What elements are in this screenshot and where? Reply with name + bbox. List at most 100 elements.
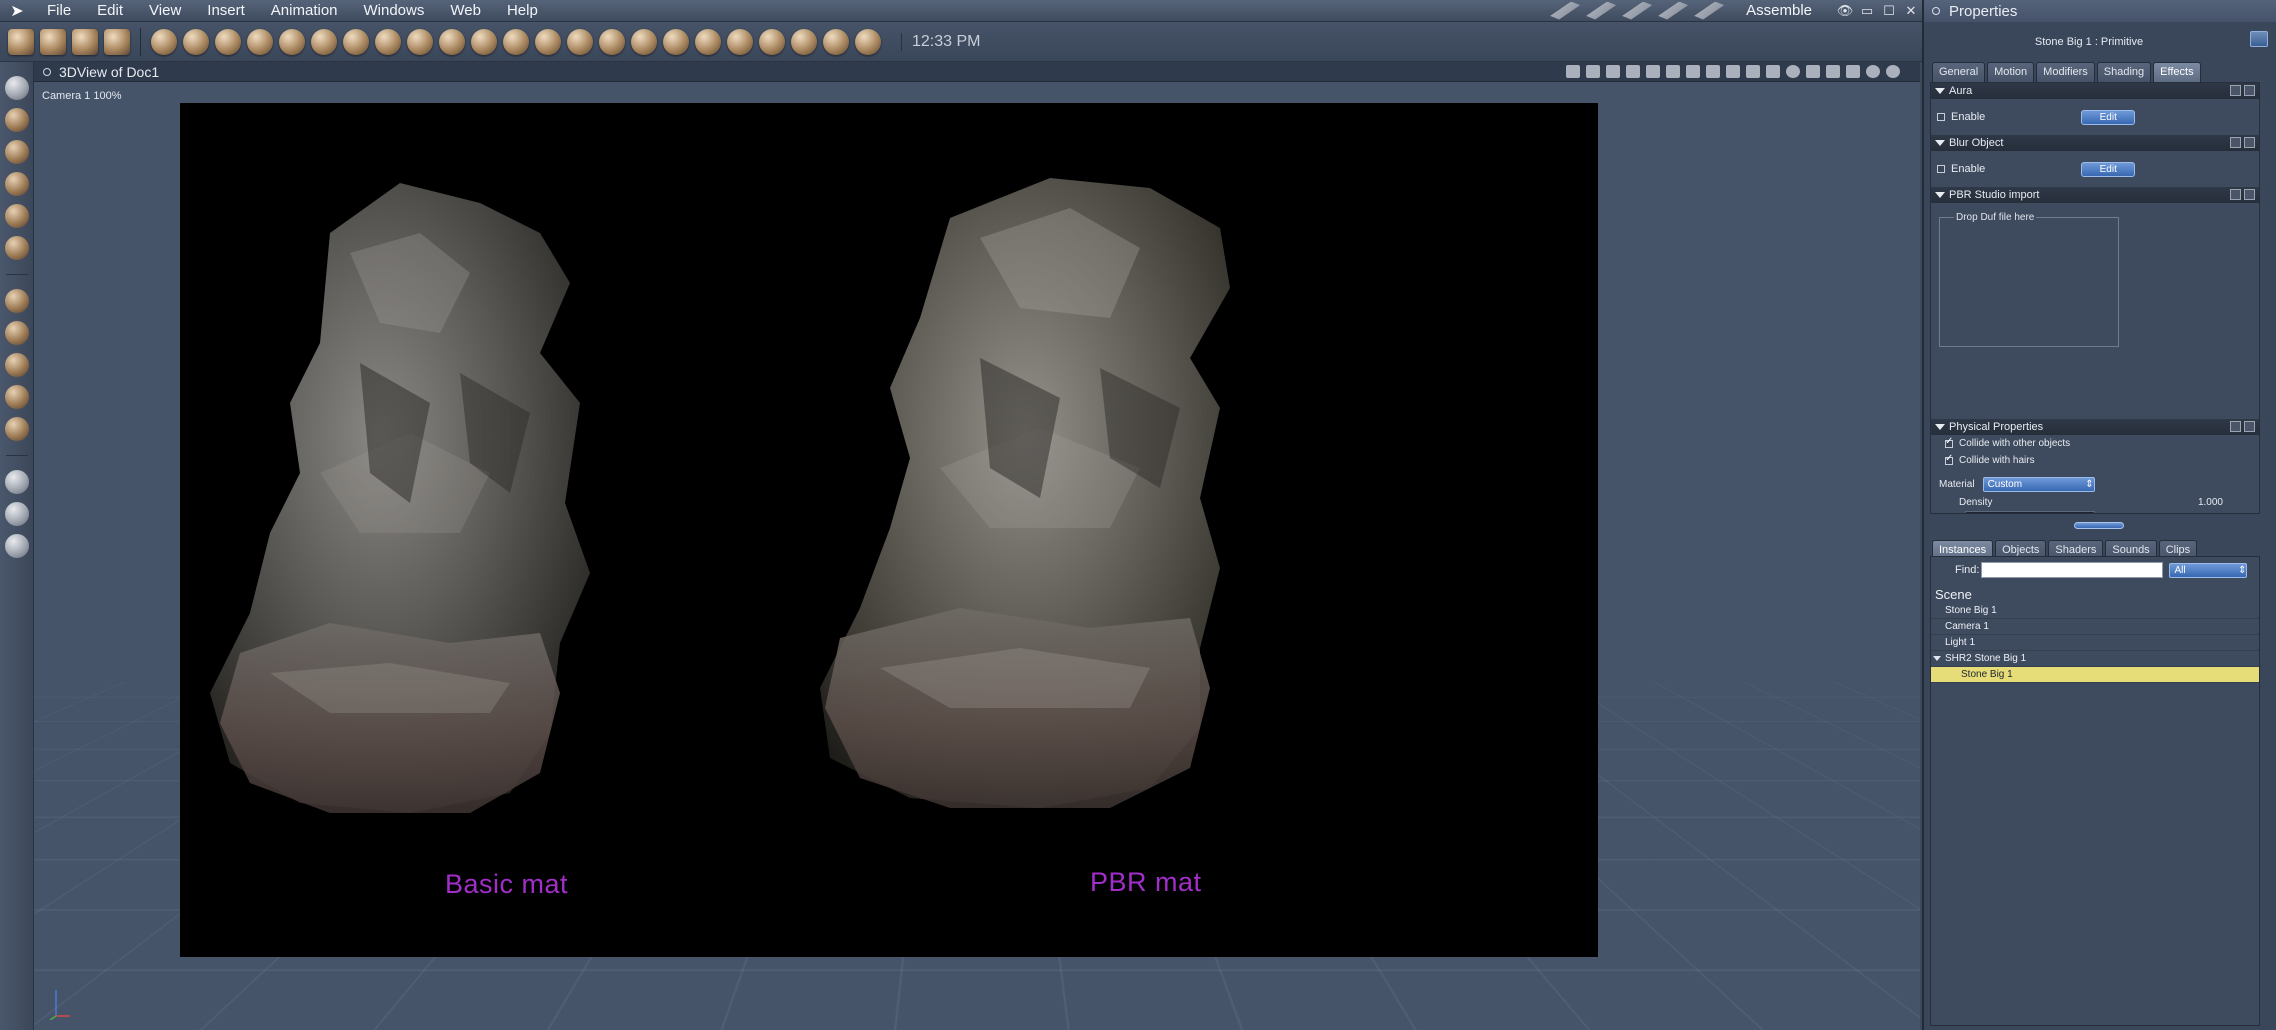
terrain-icon[interactable]: [471, 28, 497, 55]
tab-motion[interactable]: Motion: [1987, 62, 2035, 82]
render-area-icon[interactable]: [1586, 65, 1600, 78]
particle-icon[interactable]: [759, 28, 785, 55]
agt-icon[interactable]: [567, 28, 593, 55]
section-options-icon[interactable]: [2230, 421, 2241, 432]
ring-primitive-icon[interactable]: [279, 28, 305, 55]
tab-general[interactable]: General: [1932, 62, 1986, 82]
tree-item[interactable]: Stone Big 1: [1931, 603, 2259, 619]
fractal-icon[interactable]: [535, 28, 561, 55]
section-float-icon[interactable]: [2244, 137, 2255, 148]
target-icon[interactable]: [823, 28, 849, 55]
section-physical-properties[interactable]: Physical Properties: [1931, 419, 2259, 435]
menu-windows[interactable]: Windows: [351, 2, 438, 19]
collide-objects-checkbox[interactable]: [1945, 436, 1953, 448]
tree-item[interactable]: Camera 1: [1931, 619, 2259, 635]
cylinder-icon[interactable]: [631, 28, 657, 55]
find-input[interactable]: [1981, 562, 2164, 578]
layout-quad-icon[interactable]: [1686, 65, 1700, 78]
bowl-icon[interactable]: [663, 28, 689, 55]
hand-icon[interactable]: [4, 502, 29, 526]
menu-web[interactable]: Web: [437, 2, 494, 19]
properties-close-icon[interactable]: [1932, 7, 1940, 15]
cloth-icon[interactable]: [791, 28, 817, 55]
menu-help[interactable]: Help: [494, 2, 551, 19]
shield-third-icon[interactable]: [1766, 65, 1780, 78]
tree-item[interactable]: Light 1: [1931, 635, 2259, 651]
fullscreen-icon[interactable]: [1626, 65, 1640, 78]
scale-icon[interactable]: [4, 321, 29, 345]
plane-primitive-icon[interactable]: [375, 28, 401, 55]
plant-icon[interactable]: [503, 28, 529, 55]
rotate-icon[interactable]: [4, 140, 29, 164]
zoom-icon[interactable]: [4, 534, 29, 558]
tab-modifiers[interactable]: Modifiers: [2036, 62, 2095, 82]
gear-primitive-icon[interactable]: [343, 28, 369, 55]
rock-icon[interactable]: [695, 28, 721, 55]
section-aura[interactable]: Aura: [1931, 83, 2259, 99]
texture-shade-icon[interactable]: [1886, 65, 1900, 78]
tab-effects[interactable]: Effects: [2153, 62, 2201, 82]
pin-icon[interactable]: [2250, 31, 2268, 47]
tree-item-selected[interactable]: Stone Big 1: [1931, 667, 2259, 683]
section-options-icon[interactable]: [2230, 85, 2241, 96]
shield-icon[interactable]: [1726, 65, 1740, 78]
render-icon[interactable]: [1566, 65, 1580, 78]
visibility-icon[interactable]: 👁: [1834, 3, 1856, 19]
material-select[interactable]: Custom ⇕: [1982, 476, 2095, 492]
sphere-primitive-icon[interactable]: [151, 28, 177, 55]
brush-tool-icon[interactable]: [1586, 1, 1617, 20]
menu-view[interactable]: View: [136, 2, 194, 19]
room-label[interactable]: Assemble: [1746, 2, 1812, 19]
pick-tool-icon[interactable]: [8, 28, 34, 55]
wireframe-icon[interactable]: [1826, 65, 1840, 78]
solid-icon[interactable]: [1846, 65, 1860, 78]
torus-primitive-icon[interactable]: [215, 28, 241, 55]
panel-splitter-handle[interactable]: [2074, 522, 2124, 529]
bones-tool-icon[interactable]: [72, 28, 98, 55]
aura-edit-button[interactable]: Edit: [2081, 109, 2136, 125]
text-primitive-icon[interactable]: [311, 28, 337, 55]
collide-hairs-checkbox[interactable]: [1945, 453, 1953, 465]
smooth-shade-icon[interactable]: [1866, 65, 1880, 78]
tab-shading[interactable]: Shading: [2096, 62, 2152, 82]
layout-single-icon[interactable]: [1646, 65, 1660, 78]
blur-edit-button[interactable]: Edit: [2081, 161, 2136, 177]
section-float-icon[interactable]: [2244, 189, 2255, 200]
menu-insert[interactable]: Insert: [194, 2, 258, 19]
section-options-icon[interactable]: [2230, 137, 2241, 148]
pencil-tool-icon[interactable]: [1658, 1, 1689, 20]
minimize-icon[interactable]: ▭: [1856, 3, 1878, 19]
cylinder-primitive-icon[interactable]: [183, 28, 209, 55]
light-tool-icon[interactable]: [104, 28, 130, 55]
rock-pbr-mat[interactable]: [820, 168, 1420, 888]
pencil-icon[interactable]: [727, 28, 753, 55]
rotate-axis-icon[interactable]: [4, 353, 29, 377]
wrench-icon[interactable]: [855, 28, 881, 55]
trackball-icon[interactable]: [4, 385, 29, 409]
extrude-icon[interactable]: [439, 28, 465, 55]
menu-file[interactable]: File: [34, 2, 84, 19]
eraser-tool-icon[interactable]: [1694, 1, 1725, 20]
3d-viewport[interactable]: Camera 1 100% Basic mat PBR mat: [34, 82, 1920, 1030]
section-float-icon[interactable]: [2244, 85, 2255, 96]
density-slider[interactable]: [1965, 511, 2095, 513]
compass-icon[interactable]: [1786, 65, 1800, 78]
density-value[interactable]: 1.000: [2198, 497, 2223, 508]
pen-tool-icon[interactable]: [1622, 1, 1653, 20]
filter-select[interactable]: All ⇕: [2169, 562, 2248, 578]
close-icon[interactable]: ✕: [1900, 3, 1922, 19]
view-close-icon[interactable]: [43, 67, 51, 76]
house-icon[interactable]: [599, 28, 625, 55]
layout-double-icon[interactable]: [1666, 65, 1680, 78]
select-arrow-icon[interactable]: [4, 76, 29, 100]
hand-tool-icon[interactable]: [1550, 1, 1581, 20]
lathe-icon[interactable]: [407, 28, 433, 55]
camera-icon[interactable]: [4, 470, 29, 494]
section-options-icon[interactable]: [2230, 189, 2241, 200]
bounding-box-icon[interactable]: [1806, 65, 1820, 78]
aura-enable-checkbox[interactable]: [1937, 113, 1945, 121]
section-blur-object[interactable]: Blur Object: [1931, 135, 2259, 151]
layout-custom-icon[interactable]: [1706, 65, 1720, 78]
move-icon[interactable]: [4, 108, 29, 132]
rock-basic-mat[interactable]: [210, 173, 770, 893]
